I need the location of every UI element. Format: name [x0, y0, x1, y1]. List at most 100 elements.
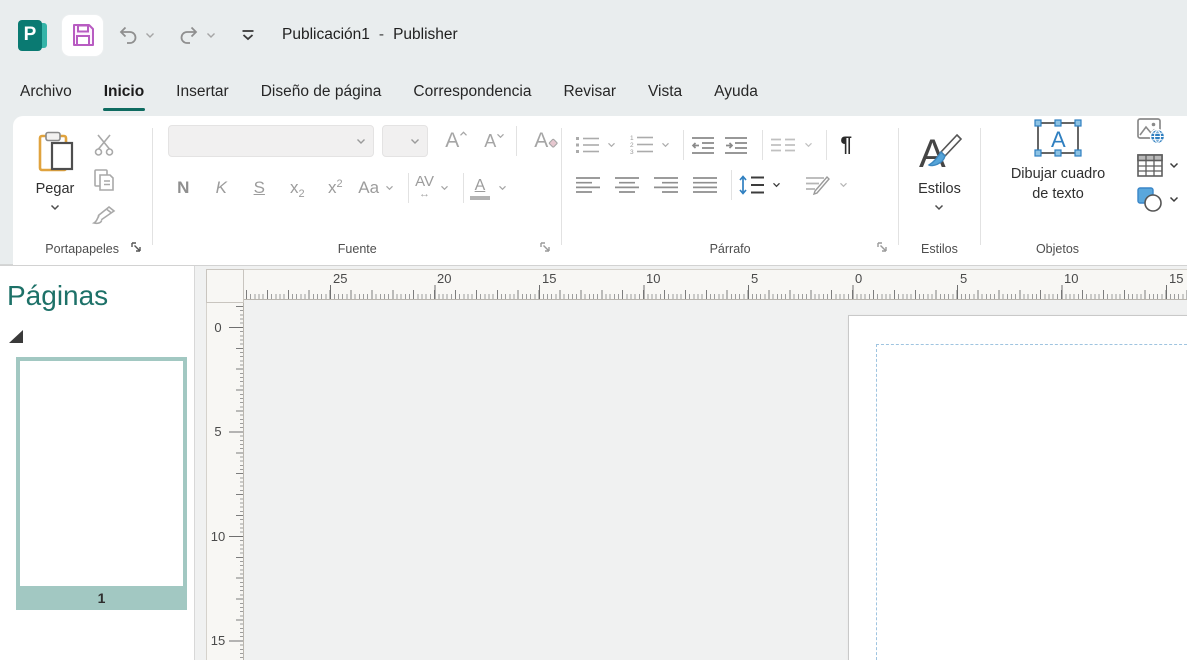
font-color-button[interactable]: A — [470, 177, 507, 200]
vertical-ruler[interactable]: 051015 — [206, 303, 244, 660]
undo-dropdown-icon[interactable] — [145, 32, 155, 39]
align-center-button[interactable] — [614, 176, 640, 194]
paste-button[interactable]: Pegar — [33, 129, 77, 211]
bold-glyph: N — [168, 178, 198, 198]
justify-button[interactable] — [692, 176, 718, 194]
dialog-launcher-icon — [876, 241, 888, 253]
small-separator — [826, 130, 827, 160]
character-spacing-button[interactable]: AV ↔ — [415, 175, 449, 201]
superscript-button[interactable]: x2 — [320, 178, 350, 198]
shapes-dropdown-icon — [1169, 196, 1179, 203]
group-label-fuente: Fuente — [158, 238, 556, 265]
undo-button[interactable] — [116, 23, 155, 47]
numbering-button[interactable]: 1 2 3 — [629, 134, 670, 156]
shapes-button[interactable] — [1136, 186, 1179, 213]
font-name-dropdown-icon[interactable] — [356, 138, 366, 145]
redo-button[interactable] — [177, 23, 216, 47]
window-title: Publicación1 - Publisher — [282, 26, 458, 44]
document-name: Publicación1 — [282, 26, 370, 44]
small-separator — [463, 173, 464, 203]
copy-button[interactable] — [89, 167, 119, 193]
draw-text-box-button[interactable]: A Dibujar cuadro de texto — [994, 116, 1122, 204]
tab-diseno-de-pagina[interactable]: Diseño de página — [251, 73, 392, 113]
vruler-number: 15 — [209, 633, 227, 648]
group-separator — [898, 128, 899, 245]
chevron-down-icon — [496, 133, 505, 139]
ribbon-tabs: Archivo Inicio Insertar Diseño de página… — [0, 70, 1187, 116]
horizontal-ruler[interactable]: 252015105051015 — [244, 269, 1187, 300]
scissors-icon — [93, 133, 115, 157]
change-case-button[interactable]: Aa — [358, 178, 394, 198]
dialog-launcher-icon — [130, 241, 142, 253]
underline-button[interactable]: S — [244, 178, 274, 198]
line-spacing-dropdown-icon — [772, 182, 781, 188]
hruler-number: 25 — [333, 271, 347, 286]
italic-button[interactable]: K — [206, 178, 236, 198]
tab-vista[interactable]: Vista — [638, 73, 692, 113]
portapapeles-dialog-launcher[interactable] — [130, 240, 142, 258]
small-separator — [731, 170, 732, 200]
bold-button[interactable]: N — [168, 178, 198, 198]
table-button[interactable] — [1136, 153, 1179, 178]
publication-page[interactable] — [848, 315, 1187, 660]
subscript-button[interactable]: x2 — [282, 178, 312, 198]
show-formatting-marks-button[interactable]: ¶ — [833, 133, 859, 157]
ribbon: Pegar — [0, 116, 1187, 265]
title-bar: P — [0, 0, 1187, 70]
group-estilos: A Estilos Estilos — [904, 116, 975, 265]
page-thumbnail-preview — [20, 361, 183, 586]
pages-panel: Páginas 1 — [0, 266, 195, 660]
tab-insertar[interactable]: Insertar — [166, 73, 239, 113]
hruler-number: 5 — [960, 271, 967, 286]
increase-indent-button[interactable] — [723, 135, 749, 155]
align-left-button[interactable] — [575, 176, 601, 194]
pictures-button[interactable] — [1136, 117, 1179, 145]
publisher-logo-icon[interactable]: P — [18, 20, 49, 51]
save-button[interactable] — [62, 15, 103, 56]
bullets-icon — [575, 135, 601, 155]
group-label-portapapeles: Portapapeles — [17, 238, 147, 265]
line-spacing-button[interactable] — [738, 174, 781, 196]
paste-label: Pegar — [36, 179, 75, 199]
font-size-combo[interactable] — [382, 125, 428, 157]
publisher-window: P — [0, 0, 1187, 660]
font-name-combo[interactable] — [168, 125, 374, 157]
tab-ayuda[interactable]: Ayuda — [704, 73, 768, 113]
parrafo-dialog-launcher[interactable] — [876, 240, 888, 258]
decrease-indent-button[interactable] — [690, 135, 716, 155]
collapse-panel-icon[interactable] — [9, 330, 23, 343]
hruler-number: 5 — [751, 271, 758, 286]
canvas[interactable]: 252015105051015 051015 — [195, 266, 1187, 660]
paste-dropdown-icon[interactable] — [50, 204, 60, 211]
table-dropdown-icon — [1169, 162, 1179, 169]
page-thumbnail-number: 1 — [20, 586, 183, 610]
tab-correspondencia[interactable]: Correspondencia — [403, 73, 541, 113]
hruler-number: 15 — [1169, 271, 1183, 286]
chevron-up-icon — [459, 131, 468, 137]
table-icon — [1136, 153, 1164, 178]
tab-archivo[interactable]: Archivo — [10, 73, 82, 113]
styles-dropdown-icon[interactable] — [934, 204, 944, 211]
group-separator — [980, 128, 981, 245]
page-thumbnail[interactable]: 1 — [16, 357, 187, 610]
customize-quick-access-toolbar-button[interactable] — [240, 28, 256, 42]
fuente-dialog-launcher[interactable] — [539, 240, 551, 258]
list-styles-button[interactable] — [769, 137, 813, 153]
grow-font-button[interactable]: A — [440, 127, 473, 155]
undo-icon — [116, 23, 140, 47]
font-size-dropdown-icon[interactable] — [410, 138, 420, 145]
bullets-button[interactable] — [575, 135, 616, 155]
clear-formatting-glyph: A — [534, 129, 548, 153]
stroke-format-button[interactable] — [804, 174, 848, 196]
styles-button[interactable]: A Estilos — [915, 129, 963, 211]
align-right-button[interactable] — [653, 176, 679, 194]
shrink-font-button[interactable]: A — [479, 129, 510, 154]
clear-formatting-button[interactable]: A — [529, 127, 564, 155]
redo-dropdown-icon[interactable] — [206, 32, 216, 39]
format-painter-icon — [91, 203, 117, 227]
tab-revisar[interactable]: Revisar — [553, 73, 626, 113]
tab-inicio[interactable]: Inicio — [94, 73, 154, 113]
cut-button[interactable] — [89, 132, 119, 158]
group-label-parrafo: Párrafo — [567, 238, 893, 265]
format-painter-button[interactable] — [89, 202, 119, 228]
